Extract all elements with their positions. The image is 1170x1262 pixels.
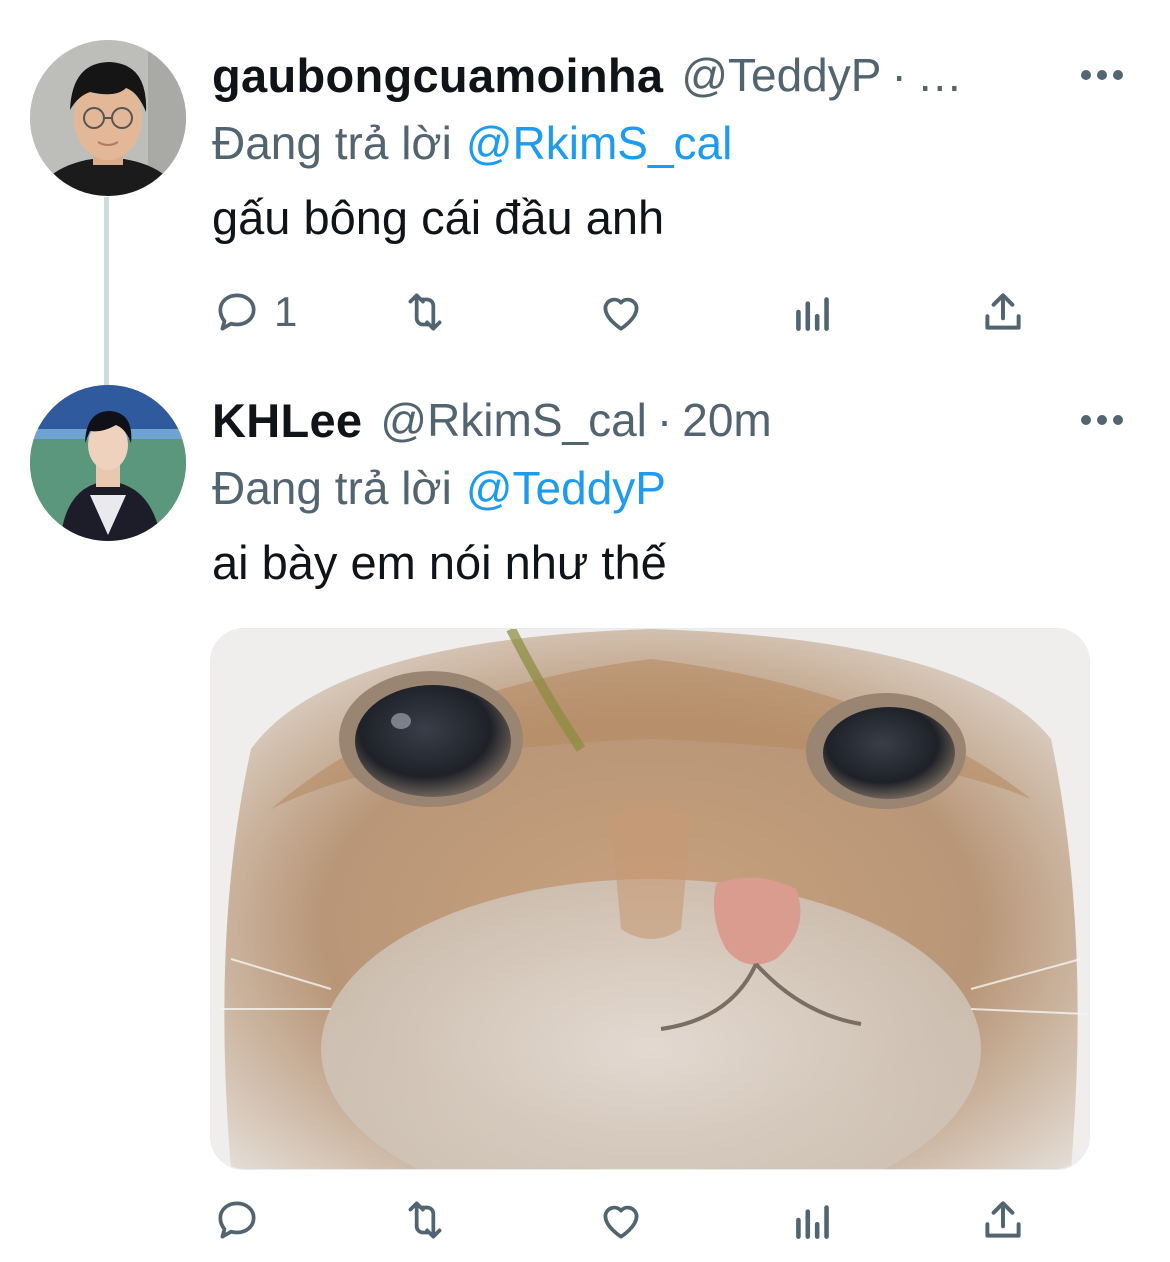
share-button[interactable] <box>978 1190 1028 1250</box>
analytics-button[interactable] <box>788 1190 838 1250</box>
share-icon <box>985 1201 1021 1238</box>
reply-button[interactable]: 1 <box>212 282 297 342</box>
avatar[interactable] <box>30 40 186 196</box>
user-handle[interactable]: @TeddyP <box>681 48 881 102</box>
reply-icon <box>218 293 256 331</box>
like-button[interactable] <box>596 282 646 342</box>
reply-count: 1 <box>274 288 298 335</box>
tweet-text: ai bày em nói như thế <box>212 536 667 589</box>
tweet-2[interactable]: KHLee @RkimS_cal · 20m Đang trả lời @Tedd… <box>212 385 1130 601</box>
share-icon <box>985 293 1021 330</box>
more-icon <box>1081 70 1123 80</box>
tweet-actions <box>212 1190 1032 1250</box>
reply-button[interactable] <box>212 1190 274 1250</box>
replying-to: Đang trả lời @TeddyP <box>212 455 1130 521</box>
thread-connector <box>104 197 109 385</box>
replying-to-label: Đang trả lời <box>212 117 452 169</box>
separator-dot: · <box>891 49 907 101</box>
avatar[interactable] <box>30 385 186 541</box>
display-name[interactable]: KHLee <box>212 393 362 448</box>
analytics-icon <box>796 297 829 331</box>
tweet-text: gấu bông cái đầu anh <box>212 191 665 244</box>
retweet-icon <box>408 293 442 331</box>
display-name[interactable]: gaubongcuamoinha <box>212 48 663 103</box>
separator-dot: · <box>656 394 673 446</box>
more-options-button[interactable] <box>1074 385 1130 455</box>
user-handle[interactable]: @RkimS_cal <box>380 393 647 447</box>
tweet-header: KHLee @RkimS_cal · 20m <box>212 385 1130 455</box>
replying-to: Đang trả lời @RkimS_cal <box>212 110 1130 176</box>
retweet-icon <box>408 1201 442 1239</box>
tweet-media-cat-photo[interactable] <box>210 628 1090 1170</box>
tweet-1[interactable]: gaubongcuamoinha @TeddyP · … Đang trả lờ… <box>212 40 1130 256</box>
replying-to-label: Đang trả lời <box>212 462 452 514</box>
reply-mention-link[interactable]: @RkimS_cal <box>466 117 733 169</box>
retweet-button[interactable] <box>400 1190 450 1250</box>
like-button[interactable] <box>596 1190 646 1250</box>
reply-icon <box>218 1201 256 1239</box>
more-icon <box>1081 415 1123 425</box>
more-options-button[interactable] <box>1074 40 1130 110</box>
reply-mention-link[interactable]: @TeddyP <box>466 462 666 514</box>
analytics-button[interactable] <box>788 282 838 342</box>
tweet-actions: 1 <box>212 282 1032 342</box>
timestamp[interactable]: 20m <box>682 393 771 447</box>
retweet-button[interactable] <box>400 282 450 342</box>
share-button[interactable] <box>978 282 1028 342</box>
like-icon <box>603 297 639 331</box>
tweet-header: gaubongcuamoinha @TeddyP · … <box>212 40 1130 110</box>
analytics-icon <box>796 1205 829 1239</box>
like-icon <box>603 1205 639 1239</box>
timestamp[interactable]: … <box>917 48 963 102</box>
